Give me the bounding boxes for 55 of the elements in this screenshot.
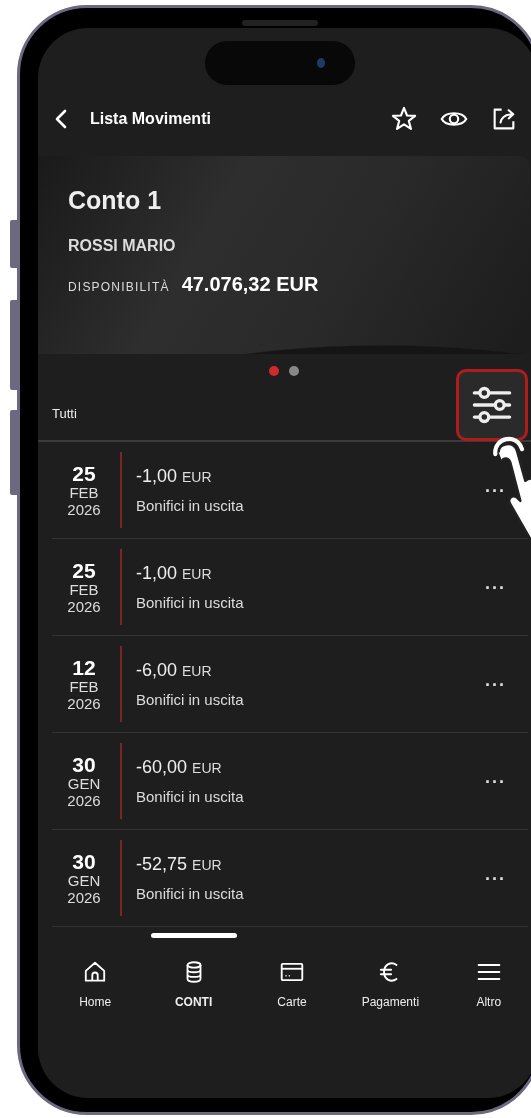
transaction-description: Bonifici in uscita <box>136 691 245 708</box>
transaction-month: FEB <box>69 582 99 599</box>
currency-label: EUR <box>182 663 212 679</box>
transaction-row[interactable]: 12 FEB 2026 -6,00 EUR Bonifici in uscita ... <box>52 636 528 733</box>
transaction-description: Bonifici in uscita <box>136 497 245 514</box>
filter-button[interactable] <box>456 369 528 441</box>
transaction-amount: -60,00 <box>136 757 188 778</box>
account-name: Conto 1 <box>68 186 163 215</box>
transaction-description: Bonifici in uscita <box>136 885 245 902</box>
balance-label: DISPONIBILITÀ <box>68 280 170 294</box>
star-icon[interactable] <box>390 105 418 133</box>
more-button[interactable]: ... <box>485 766 528 796</box>
transaction-month: GEN <box>67 873 101 890</box>
more-button[interactable]: ... <box>485 863 528 893</box>
transaction-description: Bonifici in uscita <box>136 788 245 805</box>
page-indicator-dot[interactable] <box>289 366 299 376</box>
currency-label: EUR <box>182 469 212 485</box>
filter-label: Tutti <box>52 405 77 421</box>
more-button[interactable]: ... <box>485 572 528 602</box>
camera-icon <box>317 58 325 68</box>
transaction-amount: -1,00 <box>136 466 178 487</box>
transaction-row[interactable]: 30 GEN 2026 -52,75 EUR Bonifici in uscita ... <box>52 830 528 927</box>
transaction-amount: -6,00 <box>136 660 178 681</box>
transaction-year: 2026 <box>67 695 101 713</box>
transaction-day: 25 <box>72 461 96 486</box>
transaction-year: 2026 <box>67 501 101 519</box>
transaction-description: Bonifici in uscita <box>136 594 245 611</box>
nav-tab[interactable]: Carte <box>247 933 336 1009</box>
transaction-month: FEB <box>69 485 99 502</box>
more-button[interactable]: ... <box>485 669 528 699</box>
transaction-amount: -52,75 <box>136 854 188 875</box>
transaction-day: 12 <box>72 655 96 680</box>
transaction-day: 30 <box>72 849 96 874</box>
transaction-row[interactable]: 30 GEN 2026 -60,00 EUR Bonifici in uscita ... <box>52 733 528 830</box>
transaction-day: 30 <box>72 752 96 777</box>
transaction-year: 2026 <box>67 792 101 810</box>
nav-tab[interactable]: Altro <box>444 933 531 1009</box>
nav-tab[interactable]: CONTI <box>149 933 238 1009</box>
currency-label: EUR <box>192 760 222 776</box>
currency-label: EUR <box>182 566 212 582</box>
transaction-year: 2026 <box>67 889 101 907</box>
transaction-amount: -1,00 <box>136 563 178 584</box>
account-card[interactable]: Conto 1 ROSSI MARIO DISPONIBILITÀ 47.076,32 EUR <box>38 156 530 354</box>
currency-label: EUR <box>192 857 222 873</box>
transaction-month: GEN <box>67 776 101 793</box>
transaction-year: 2026 <box>67 598 101 616</box>
transaction-month: FEB <box>69 679 99 696</box>
transaction-row[interactable]: 25 FEB 2026 -1,00 EUR Bonifici in uscita ... <box>52 539 528 636</box>
screen-title: Lista Movimenti <box>90 110 211 128</box>
transaction-day: 25 <box>72 558 96 583</box>
nav-tab[interactable]: Home <box>51 933 140 1009</box>
balance-amount: 47.076,32 EUR <box>181 273 319 296</box>
page-indicator-dot[interactable] <box>269 366 279 376</box>
nav-tab[interactable]: Pagamenti <box>346 933 435 1009</box>
account-holder: ROSSI MARIO <box>68 237 177 255</box>
